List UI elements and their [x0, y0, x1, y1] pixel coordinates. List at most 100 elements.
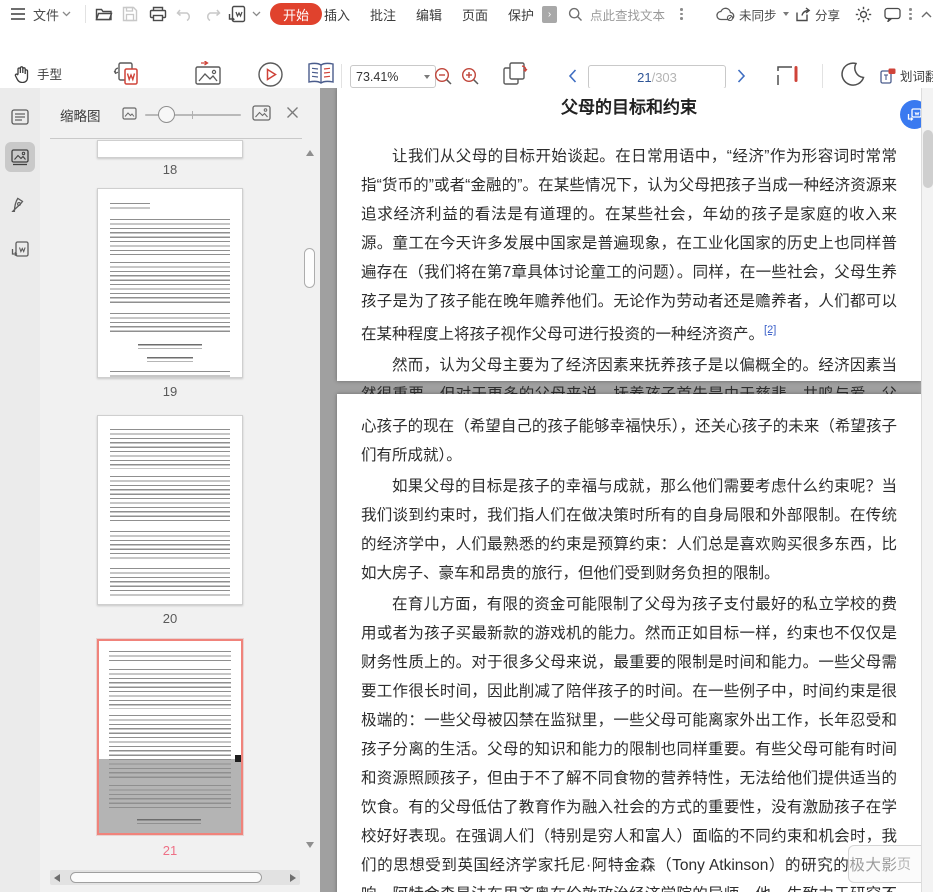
save-icon[interactable]: [122, 0, 138, 28]
open-file-icon[interactable]: [95, 0, 113, 28]
search-placeholder: 点此查找文本: [590, 8, 666, 23]
next-page-icon[interactable]: [737, 69, 746, 83]
thumbnail-page-21-selected[interactable]: [97, 639, 243, 835]
word-translate-button[interactable]: 划词翻译: [880, 66, 933, 85]
moon-icon: [840, 61, 866, 87]
divider: [50, 138, 302, 139]
auto-scroll-icon[interactable]: [774, 63, 800, 89]
zoom-in-icon[interactable]: [461, 67, 480, 86]
cloud-sync-icon: [716, 7, 735, 21]
pdf-to-image-icon: [193, 61, 223, 87]
tab-insert[interactable]: 插入: [324, 0, 350, 28]
settings-gear-icon[interactable]: [855, 0, 872, 28]
zoom-out-icon[interactable]: [434, 67, 453, 86]
page-number-input[interactable]: 21 /303: [588, 65, 726, 89]
scroll-left-arrow[interactable]: [54, 874, 60, 882]
thumbnails-panel-title: 缩略图: [60, 109, 101, 124]
titlebar: 文件 开始 插入 批注 编辑 页面 保护 › 点此查找文本 未同步 分享: [0, 0, 933, 29]
tab-home[interactable]: 开始: [270, 3, 323, 25]
hamburger-menu-icon[interactable]: [10, 0, 26, 28]
tabs-overflow-button[interactable]: ›: [542, 6, 557, 23]
thumbnail-page-18[interactable]: [97, 140, 243, 158]
pdf-to-office-icon: [112, 61, 142, 89]
hand-tool-label: 手型: [37, 68, 63, 82]
close-panel-icon[interactable]: [286, 106, 299, 119]
document-paragraph: 心孩子的现在（希望自己的孩子能够幸福快乐），还关心孩子的未来（希望孩子们有所成就…: [361, 418, 897, 464]
footnote-link[interactable]: [2]: [764, 324, 776, 336]
document-view[interactable]: 父母的目标和约束 让我们从父母的目标开始谈起。在日常用语中，“经济”作为形容词时…: [320, 88, 933, 892]
export-panel-icon[interactable]: [5, 234, 35, 264]
thumbnail-page-21-label[interactable]: 21: [97, 843, 243, 858]
total-page-count: /303: [651, 69, 677, 85]
chevron-down-icon: [62, 11, 71, 17]
tab-annotate[interactable]: 批注: [370, 0, 396, 28]
vertical-scroll-thumb[interactable]: [304, 248, 315, 288]
pdf-page: 父母的目标和约束 让我们从父母的目标开始谈起。在日常用语中，“经济”作为形容词时…: [337, 88, 921, 432]
search-box[interactable]: 点此查找文本: [568, 0, 683, 28]
pdf-page: 心孩子的现在（希望自己的孩子能够幸福快乐），还关心孩子的未来（希望孩子们有所成就…: [337, 394, 921, 892]
tab-protect[interactable]: 保护: [508, 0, 534, 28]
word-translate-label: 划词翻译: [900, 70, 933, 84]
slider-tick: [192, 111, 193, 119]
share-label: 分享: [815, 8, 841, 23]
document-paragraph: 如果父母的目标是孩子的幸福与成就，那么他们需要考虑什么约束呢？当我们谈到约束时，…: [361, 478, 897, 582]
zoom-level-value: 73.41%: [356, 69, 399, 84]
thumbnail-size-large-icon[interactable]: [252, 105, 271, 121]
thumbnail-page-19-label[interactable]: 19: [97, 384, 243, 399]
rotate-document-icon: [501, 61, 529, 87]
export-word-icon[interactable]: [228, 0, 248, 28]
print-icon[interactable]: [149, 0, 167, 28]
share-button[interactable]: 分享: [795, 0, 840, 28]
search-icon: [568, 7, 583, 22]
more-options-icon[interactable]: [909, 0, 912, 28]
scroll-down-arrow[interactable]: [306, 842, 314, 848]
annotations-panel-icon[interactable]: [5, 188, 35, 218]
redo-icon[interactable]: [203, 0, 221, 28]
current-page-number: 21: [637, 69, 652, 85]
thumbnail-page-18-label[interactable]: 18: [97, 162, 243, 177]
book-icon: [306, 61, 336, 87]
feedback-bubble-icon[interactable]: [884, 0, 901, 28]
thumbnails-panel-icon[interactable]: [5, 142, 35, 172]
outline-panel-icon[interactable]: [5, 102, 35, 132]
undo-icon[interactable]: [176, 0, 194, 28]
play-icon: [257, 61, 284, 88]
chevron-down-icon: [782, 12, 789, 16]
thumbnails-panel: 缩略图 18 19 20 21: [40, 88, 320, 892]
tab-page[interactable]: 页面: [462, 0, 488, 28]
search-options-icon[interactable]: [680, 8, 683, 20]
viewport-resize-handle[interactable]: [235, 755, 241, 762]
thumbnail-size-slider-knob[interactable]: [158, 106, 175, 123]
scroll-right-arrow[interactable]: [290, 874, 296, 882]
document-heading: 父母的目标和约束: [561, 98, 697, 117]
document-vertical-scrollbar[interactable]: [921, 88, 933, 892]
thumbnail-size-small-icon[interactable]: [122, 107, 137, 120]
chevron-down-icon: [424, 74, 430, 79]
previous-page-icon[interactable]: [568, 69, 577, 83]
sync-status[interactable]: 未同步: [716, 0, 789, 28]
hand-tool-button[interactable]: 手型: [14, 64, 62, 83]
zoom-level-select[interactable]: 73.41%: [350, 65, 436, 88]
hand-icon: [14, 65, 31, 83]
ribbon-toolbar: 手型 选择 PDF转Office PDF转图片 播放 阅读模式 7: [0, 28, 933, 112]
thumbnail-page-19[interactable]: [97, 188, 243, 378]
sync-label: 未同步: [739, 8, 777, 23]
thumbnails-vertical-scrollbar[interactable]: [304, 150, 315, 850]
thumbnail-page-20[interactable]: [97, 415, 243, 605]
word-translate-icon: [880, 68, 896, 84]
thumbnails-horizontal-scrollbar[interactable]: [50, 870, 300, 885]
chevron-down-icon[interactable]: [252, 0, 261, 28]
scroll-up-arrow[interactable]: [306, 150, 314, 156]
navigation-panel-strip: [0, 88, 40, 892]
tab-edit[interactable]: 编辑: [416, 0, 442, 28]
collapse-ribbon-icon[interactable]: [921, 0, 932, 28]
page-hover-overlay-label: 页: [897, 856, 911, 872]
file-menu-label: 文件: [33, 7, 60, 23]
share-icon: [795, 6, 811, 22]
document-scroll-thumb[interactable]: [923, 130, 933, 188]
document-paragraph: 让我们从父母的目标开始谈起。在日常用语中，“经济”作为形容词时常常指“货币的”或…: [361, 148, 897, 344]
horizontal-scroll-thumb[interactable]: [70, 872, 262, 883]
pdf-reader-app: 文件 开始 插入 批注 编辑 页面 保护 › 点此查找文本 未同步 分享 手型 …: [0, 0, 933, 892]
file-menu[interactable]: 文件: [33, 0, 71, 28]
thumbnail-page-20-label[interactable]: 20: [97, 611, 243, 626]
